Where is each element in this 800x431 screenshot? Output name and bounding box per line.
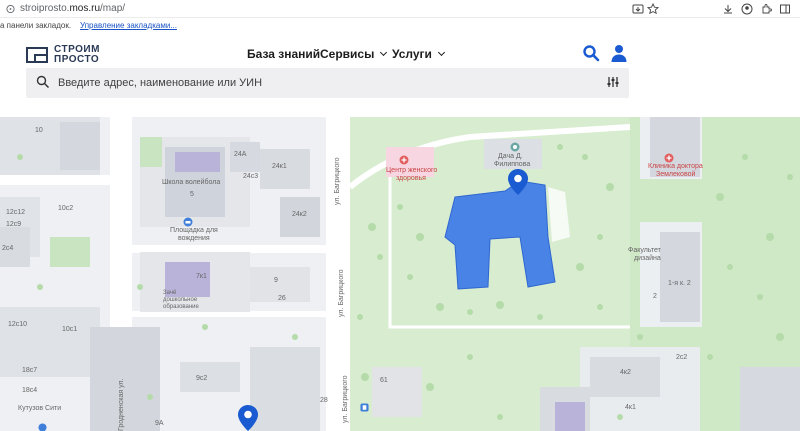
car-icon[interactable] [183,217,193,227]
map-label: 26 [278,295,286,302]
map-label: Зачё [163,290,177,296]
logo-mark-icon [26,47,48,63]
chevron-down-icon [380,48,388,57]
map-label: 24А [234,151,247,158]
nav-services-menu[interactable]: Услуги [392,47,445,61]
logo[interactable]: СТРОИМ ПРОСТО [26,44,110,66]
map-label: Кутузов Сити [18,405,62,412]
extensions-icon[interactable] [760,3,772,15]
map-label: 2с2 [676,354,688,361]
map-label: 28 [320,397,328,404]
clinic-icon[interactable] [664,153,674,163]
nav-label: Сервисы [320,47,375,61]
map-label: 10 [35,127,43,134]
map-label: дошкольное [163,297,198,303]
map-label: 18с4 [22,387,38,394]
map-label: 24с3 [243,173,259,180]
side-panel-icon[interactable] [779,3,791,15]
nav-label: Услуги [392,47,432,61]
nav-label: База знаний [247,47,321,61]
map-label: 18с7 [22,367,38,374]
map-label: 61 [380,377,388,384]
bookmarks-hint: а панели закладок. [0,21,72,30]
logo-text-line2: ПРОСТО [54,54,100,65]
browser-address-bar[interactable]: stroiprosto.mos.ru/map/ [0,0,800,18]
poi-label[interactable]: Филиппова [494,161,530,168]
map-label: 9с2 [196,375,208,382]
search-icon[interactable] [582,44,600,62]
map-label: 2 [653,293,657,300]
map-label: 7к1 [196,273,207,280]
bookmark-star-icon[interactable] [647,3,659,15]
site-info-icon[interactable] [6,4,15,14]
poi-label[interactable]: дизайна [634,255,661,262]
map-label: 12с9 [6,221,22,228]
map-label: образование [163,304,199,310]
user-icon[interactable] [610,44,628,62]
shop-icon[interactable] [38,423,47,431]
filter-sliders-icon[interactable] [606,75,620,89]
search-icon [36,75,50,89]
street-label: ул. Багрицкого [334,157,341,206]
map-label: 9 [274,277,278,284]
medical-icon[interactable] [399,155,409,165]
map-label: 1-я к. 2 [668,280,691,287]
chevron-down-icon [437,48,445,57]
map-label: 24к1 [272,163,287,170]
street-label: Гродненская ул. [118,378,125,431]
poi-label[interactable]: Землековой [656,171,695,178]
map-label: 4к2 [620,369,631,376]
url-text[interactable]: stroiprosto.mos.ru/map/ [20,3,125,14]
profile-icon[interactable] [741,3,753,15]
map-label: 2с4 [2,245,14,252]
map-label: 4к1 [625,404,636,411]
address-search-input[interactable] [58,73,598,93]
selected-location-pin-icon[interactable] [508,169,528,195]
poi-label[interactable]: Факультет [628,247,661,254]
landmark-icon[interactable] [510,142,520,152]
location-pin-icon[interactable] [238,405,258,431]
map-label: Площадка для [170,227,218,234]
poi-label[interactable]: Центр женского [386,167,437,174]
nav-knowledge-base[interactable]: База знаний [247,47,320,61]
map-label: вождения [178,235,210,242]
poi-label[interactable]: Дача Д. [498,153,523,160]
map-label: 9А [155,420,164,427]
poi-label[interactable]: Клиника доктора [648,163,703,170]
poi-label[interactable]: здоровья [396,175,426,182]
install-app-icon[interactable] [632,3,644,15]
address-search-bar [26,68,629,98]
map-label: Школа волейбола [162,179,221,186]
map-label: 24к2 [292,211,307,218]
manage-bookmarks-link[interactable]: Управление закладками... [80,21,177,30]
bookmarks-bar: а панели закладок. Управление закладками… [0,18,800,32]
street-label: ул. Багрицкого [342,375,349,424]
street-label: ул. Багрицкого [338,269,345,318]
map-label: 5 [190,191,194,198]
map-canvas[interactable]: 10 24А 24к1 Школа волейбола 5 24с3 24к2 … [0,117,800,431]
bus-stop-icon[interactable] [360,403,369,412]
map-label: 12с10 [8,321,28,328]
download-icon[interactable] [722,3,734,15]
map-label: 12с12 [6,209,26,216]
map-label: 10с2 [58,205,74,212]
nav-services[interactable]: Сервисы [320,47,388,61]
map-label: 10с1 [62,326,78,333]
